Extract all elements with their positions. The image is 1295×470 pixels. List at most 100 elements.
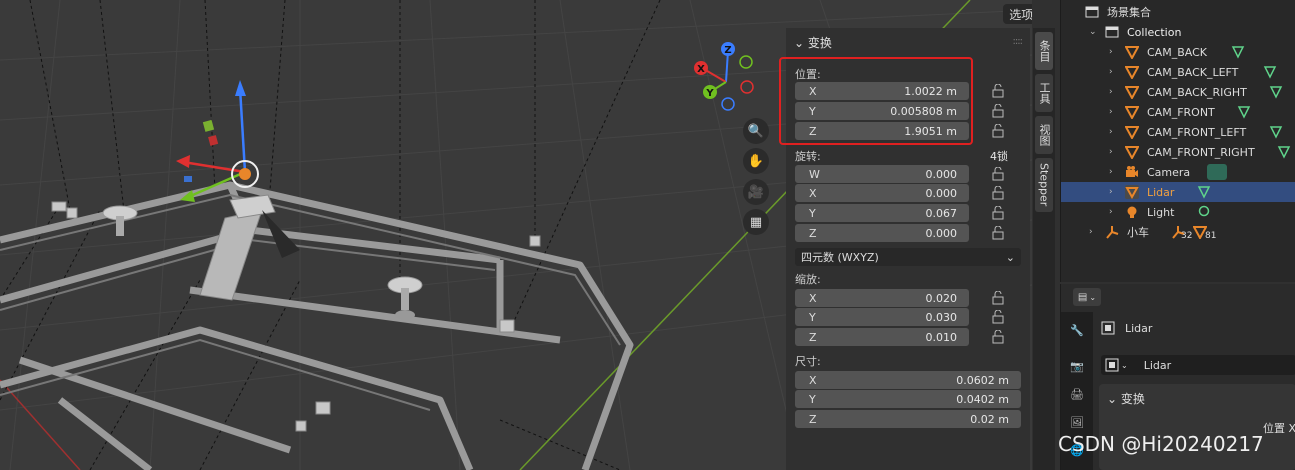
editor-type-selector[interactable]: ▤ ⌄: [1073, 288, 1101, 306]
grid-ortho-icon[interactable]: ▦: [743, 209, 769, 235]
outliner-item-cam-back[interactable]: › CAM_BACK: [1061, 42, 1295, 62]
lock-icon[interactable]: [991, 291, 1007, 305]
transform-gizmo[interactable]: [176, 80, 259, 202]
lock-icon[interactable]: [991, 104, 1007, 118]
lock-icon[interactable]: [991, 330, 1007, 344]
drag-handle-icon[interactable]: ::::: [1013, 36, 1024, 47]
dimensions-y-field[interactable]: Y 0.0402 m: [795, 390, 1021, 408]
options-dropdown[interactable]: 选项 ⌄: [1003, 4, 1032, 24]
tab-item[interactable]: 条目: [1035, 32, 1053, 70]
transform-title: 变换: [807, 36, 832, 50]
x-axis-label: X: [697, 64, 705, 75]
outliner-item-cam-back-right[interactable]: › CAM_BACK_RIGHT: [1061, 82, 1295, 102]
outliner-item-cam-front[interactable]: › CAM_FRONT: [1061, 102, 1295, 122]
object-transform-header[interactable]: ⌄ 变换: [1107, 390, 1145, 407]
dimensions-label: 尺寸:: [795, 355, 821, 368]
camera-view-icon[interactable]: 🎥: [743, 179, 769, 205]
lock-icon[interactable]: [991, 310, 1007, 324]
scene-collection-label: 场景集合: [1107, 6, 1151, 19]
chevron-right-icon[interactable]: ›: [1109, 67, 1113, 77]
watermark: CSDN @Hi20240217: [1058, 432, 1264, 456]
rotation-z-field[interactable]: Z 0.000: [795, 224, 969, 242]
zoom-icon[interactable]: 🔍: [743, 118, 769, 144]
camera-data-icon[interactable]: [1231, 45, 1245, 59]
scale-x-field[interactable]: X 0.020: [795, 289, 969, 307]
object-name-label: Lidar: [1125, 322, 1153, 335]
chevron-right-icon[interactable]: ›: [1109, 47, 1113, 57]
tab-stepper[interactable]: Stepper: [1035, 158, 1053, 212]
camera-data-icon[interactable]: [1269, 125, 1283, 139]
render-icon[interactable]: 📷: [1070, 360, 1086, 376]
outliner-item-camera[interactable]: › Camera: [1061, 162, 1295, 182]
object-icon: [1101, 321, 1115, 335]
outliner-item-armature[interactable]: › 小车 32 81: [1061, 222, 1295, 242]
transform-header[interactable]: ⌄ 变换: [794, 34, 832, 51]
collection-label: Collection: [1127, 25, 1182, 39]
lock-icon[interactable]: [991, 206, 1007, 220]
lock-icon[interactable]: [991, 124, 1007, 138]
chevron-right-icon[interactable]: ›: [1109, 187, 1113, 197]
rotation-y-field[interactable]: Y 0.067: [795, 204, 969, 222]
chevron-right-icon[interactable]: ›: [1109, 127, 1113, 137]
collection-icon: [1105, 26, 1119, 38]
view-layer-icon[interactable]: 🖼: [1070, 416, 1086, 432]
outliner-item-lidar[interactable]: › Lidar: [1061, 182, 1295, 202]
camera-data-icon[interactable]: [1237, 105, 1251, 119]
scene-collection-row[interactable]: 场景集合: [1061, 2, 1295, 22]
camera-object-icon: [1125, 106, 1139, 119]
rotation-mode-select[interactable]: 四元数 (WXYZ) ⌄: [795, 248, 1021, 266]
output-printer-icon[interactable]: 🖨: [1070, 388, 1086, 404]
dimensions-x-field[interactable]: X 0.0602 m: [795, 371, 1021, 389]
video-camera-icon: [1126, 166, 1138, 177]
chevron-right-icon[interactable]: ›: [1109, 207, 1113, 217]
camera-data-icon[interactable]: [1207, 164, 1227, 180]
camera-object-icon: [1125, 126, 1139, 139]
camera-object-icon: [1125, 66, 1139, 79]
object-transform-panel: ⌄ 变换 位置 X: [1099, 384, 1295, 470]
dimensions-z-field[interactable]: Z 0.02 m: [795, 410, 1021, 428]
neg-y-handle: [739, 55, 753, 69]
tab-tool[interactable]: 工具: [1035, 74, 1053, 112]
chevron-right-icon[interactable]: ›: [1109, 87, 1113, 97]
options-label: 选项: [1009, 7, 1032, 22]
rotation-w-field[interactable]: W 0.000: [795, 165, 969, 183]
sidebar-tabs: 条目 工具 视图 Stepper: [1033, 28, 1055, 470]
scale-z-field[interactable]: Z 0.010: [795, 328, 969, 346]
scale-y-field[interactable]: Y 0.030: [795, 308, 969, 326]
camera-data-icon[interactable]: [1197, 185, 1211, 199]
chevron-down-icon: ⌄: [1121, 360, 1128, 370]
lock-icon[interactable]: [991, 226, 1007, 240]
lock-icon[interactable]: [991, 186, 1007, 200]
chevron-right-icon[interactable]: ›: [1109, 107, 1113, 117]
rotation-x-field[interactable]: X 0.000: [795, 184, 969, 202]
tab-view[interactable]: 视图: [1035, 116, 1053, 154]
collection-row[interactable]: ⌄ Collection: [1061, 22, 1295, 42]
camera-data-icon[interactable]: [1269, 85, 1283, 99]
armature-icon: [1106, 226, 1119, 239]
light-bulb-icon: [1127, 206, 1137, 218]
rotation-4-lock-label[interactable]: 4锁: [990, 148, 1008, 164]
chevron-right-icon[interactable]: ›: [1109, 147, 1113, 157]
z-axis-label: Z: [724, 45, 731, 56]
light-data-icon[interactable]: [1197, 205, 1211, 219]
outliner-item-cam-back-left[interactable]: › CAM_BACK_LEFT: [1061, 62, 1295, 82]
lock-icon[interactable]: [991, 167, 1007, 181]
object-name-field[interactable]: ⌄ Lidar: [1101, 355, 1295, 375]
camera-data-icon[interactable]: [1263, 65, 1277, 79]
outliner-item-light[interactable]: › Light: [1061, 202, 1295, 222]
chevron-right-icon[interactable]: ›: [1089, 227, 1093, 237]
outliner: 场景集合 ⌄ Collection › CAM_BACK › CAM_BACK_…: [1060, 0, 1295, 282]
outliner-item-cam-front-right[interactable]: › CAM_FRONT_RIGHT: [1061, 142, 1295, 162]
object-location-label: 位置 X: [1263, 422, 1295, 435]
outliner-item-cam-front-left[interactable]: › CAM_FRONT_LEFT: [1061, 122, 1295, 142]
chevron-down-icon[interactable]: ⌄: [1089, 27, 1097, 37]
navigation-gizmo[interactable]: Z X Y: [690, 38, 762, 116]
tool-wrench-icon[interactable]: 🔧: [1070, 324, 1086, 340]
chevron-down-icon: ⌄: [794, 36, 808, 50]
chevron-right-icon[interactable]: ›: [1109, 167, 1113, 177]
child-count: 81: [1205, 231, 1217, 241]
hand-pan-icon[interactable]: ✋: [743, 148, 769, 174]
lock-icon[interactable]: [991, 84, 1007, 98]
object-icon: [1105, 358, 1119, 372]
camera-data-icon[interactable]: [1277, 145, 1291, 159]
